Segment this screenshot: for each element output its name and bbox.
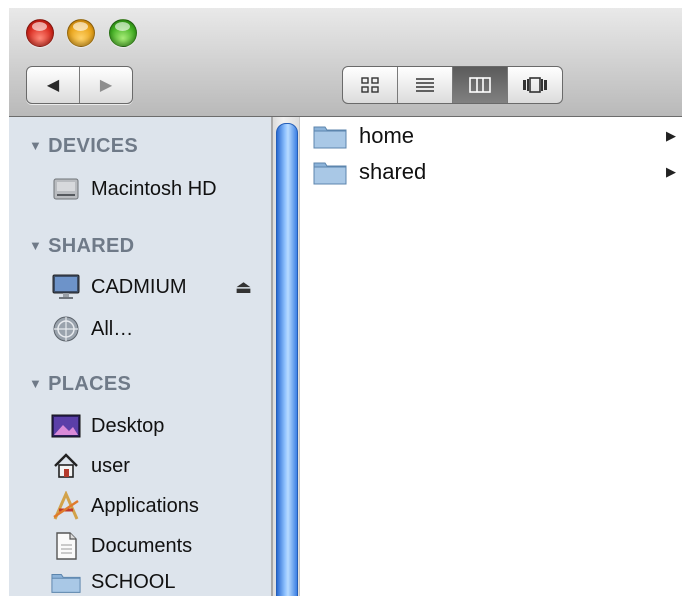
column-view-button[interactable] <box>452 67 507 103</box>
coverflow-view-icon <box>523 77 547 93</box>
column-view-icon <box>469 77 491 93</box>
zoom-window-button[interactable] <box>109 19 137 47</box>
column-item-label: home <box>359 123 415 148</box>
disclosure-triangle-icon: ▼ <box>29 138 43 153</box>
section-places[interactable]: ▼ PLACES <box>29 373 131 396</box>
sidebar-item-user[interactable]: user <box>51 451 130 481</box>
finder-window: ◀ ▶ ▼ DEVICES Macintosh HD ▼ SHARED CADM… <box>9 8 682 596</box>
eject-icon[interactable]: ⏏ <box>235 277 252 298</box>
icon-view-button[interactable] <box>343 67 397 103</box>
column-item-shared[interactable]: shared ▶ <box>313 156 682 188</box>
back-arrow-icon: ◀ <box>46 77 60 94</box>
sidebar-item-desktop[interactable]: Desktop <box>51 411 164 441</box>
list-view-button[interactable] <box>397 67 452 103</box>
back-forward-group: ◀ ▶ <box>26 66 133 104</box>
monitor-icon <box>51 272 81 302</box>
view-mode-group <box>342 66 563 104</box>
folder-icon <box>313 162 347 185</box>
desktop-icon <box>51 411 81 441</box>
toolbar: ◀ ▶ <box>9 8 682 117</box>
back-button[interactable]: ◀ <box>27 67 79 103</box>
folder-icon <box>313 126 347 149</box>
sidebar-item-cadmium[interactable]: CADMIUM <box>51 272 187 302</box>
section-devices[interactable]: ▼ DEVICES <box>29 135 138 158</box>
section-shared[interactable]: ▼ SHARED <box>29 235 134 258</box>
list-view-icon <box>416 78 434 92</box>
column-separator <box>299 117 300 596</box>
sidebar-item-macintosh-hd[interactable]: Macintosh HD <box>51 174 217 204</box>
forward-arrow-icon: ▶ <box>99 77 113 94</box>
disclosure-arrow-icon: ▶ <box>666 164 676 179</box>
icon-view-icon <box>361 77 379 93</box>
home-icon <box>51 451 81 481</box>
hard-drive-icon <box>51 174 81 204</box>
disclosure-triangle-icon: ▼ <box>29 376 43 391</box>
sidebar-item-documents[interactable]: Documents <box>51 531 192 561</box>
sidebar-item-all[interactable]: All… <box>51 314 133 344</box>
sidebar-item-applications[interactable]: Applications <box>51 491 199 521</box>
close-window-button[interactable] <box>26 19 54 47</box>
column-item-label: shared <box>359 159 427 184</box>
minimize-window-button[interactable] <box>67 19 95 47</box>
documents-icon <box>51 531 81 561</box>
disclosure-triangle-icon: ▼ <box>29 238 43 253</box>
vertical-scrollbar[interactable] <box>273 117 299 596</box>
column-item-home[interactable]: home ▶ <box>313 120 682 152</box>
folder-icon <box>51 567 81 596</box>
sidebar-item-school[interactable]: SCHOOL <box>51 567 175 596</box>
disclosure-arrow-icon: ▶ <box>666 128 676 143</box>
coverflow-view-button[interactable] <box>507 67 562 103</box>
sidebar: ▼ DEVICES Macintosh HD ▼ SHARED CADMIUM … <box>9 117 271 596</box>
forward-button[interactable]: ▶ <box>79 67 132 103</box>
scrollbar-thumb[interactable] <box>276 123 298 596</box>
network-globe-icon <box>51 314 81 344</box>
applications-icon <box>51 491 81 521</box>
